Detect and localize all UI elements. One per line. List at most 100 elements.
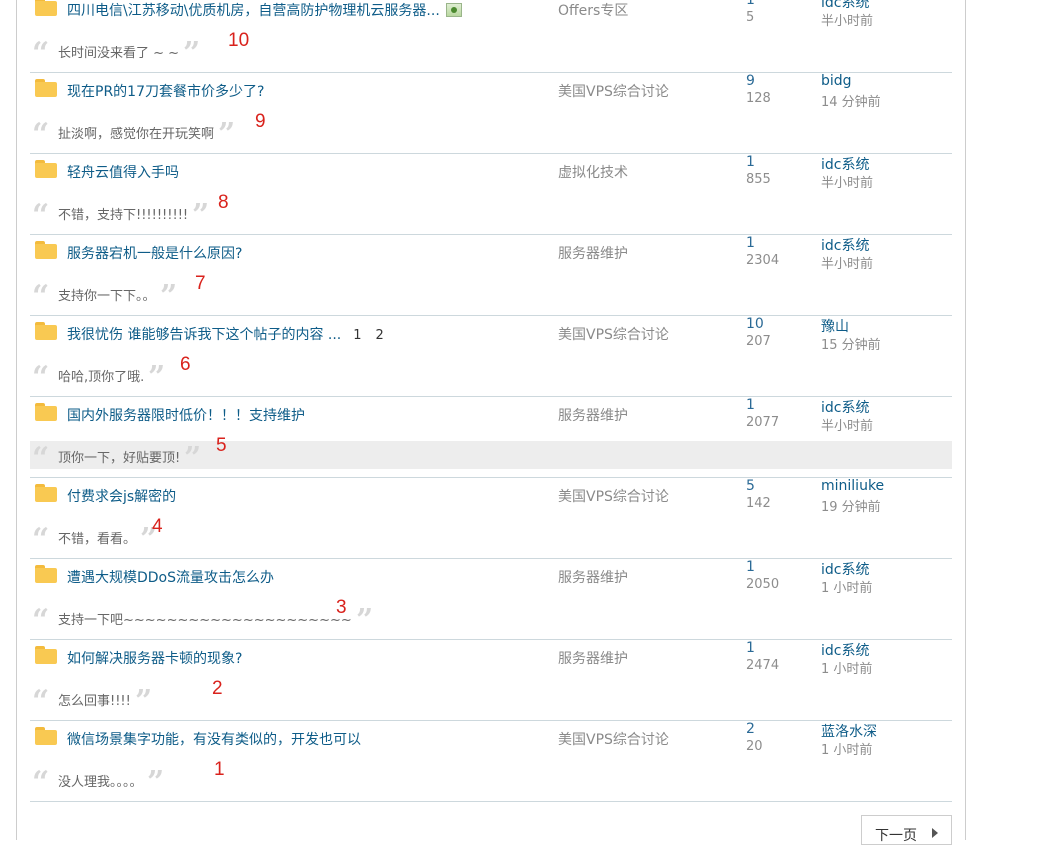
forum-link[interactable]: 虚拟化技术: [558, 162, 628, 182]
quote-close-icon: ”: [184, 441, 202, 476]
last-poster-link[interactable]: bidg: [821, 73, 852, 89]
annotation-number: 9: [255, 111, 266, 132]
thread-title-text: 微信场景集字功能，有没有类似的，开发也可以: [67, 732, 361, 748]
last-poster-link[interactable]: 蓝洛水深: [821, 721, 877, 741]
annotation-number: 4: [152, 516, 163, 537]
thread-row: 四川电信\江苏移动\优质机房，自营高防护物理机云服务器... Offers专区 1 5…: [30, 0, 952, 73]
thread-title-text: 四川电信\江苏移动\优质机房，自营高防护物理机云服务器...: [67, 3, 440, 19]
last-reply-quote: “ 扯淡啊，感觉你在开玩笑啊” 9: [30, 111, 952, 150]
thread-row: 轻舟云值得入手吗 虚拟化技术 1 855 idc系统 半小时前 “ 不错，支持下!!!!!!!…: [30, 154, 952, 235]
chevron-right-icon: [932, 828, 938, 838]
last-reply-quote: “不错，看看。” 4: [30, 516, 952, 555]
forum-link[interactable]: 服务器维护: [558, 405, 628, 425]
folder-icon: [35, 241, 57, 259]
reply-count: 1: [746, 154, 755, 170]
thread-page-link[interactable]: 1: [353, 328, 361, 343]
last-reply-quote: “ 不错，支持下!!!!!!!!!!” 8: [30, 192, 952, 231]
thread-title-link[interactable]: 付费求会js解密的: [67, 486, 176, 506]
view-count: 2304: [746, 253, 780, 268]
folder-icon: [35, 565, 57, 583]
thread-title-link[interactable]: 遭遇大规模DDoS流量攻击怎么办: [67, 567, 274, 587]
thread-row: 如何解决服务器卡顿的现象? 服务器维护 1 2474 idc系统 1 小时前 “ 怎么回事!!…: [30, 640, 952, 721]
last-post-time: 1 小时前: [821, 581, 873, 596]
reply-count: 1: [746, 559, 755, 575]
thread-row: 微信场景集字功能，有没有类似的，开发也可以 美国VPS综合讨论 2 20 蓝洛水深 1 小…: [30, 721, 952, 802]
thread-title-text: 遭遇大规模DDoS流量攻击怎么办: [67, 570, 275, 586]
quote-close-icon: ”: [147, 765, 165, 800]
thread-title-link[interactable]: 四川电信\江苏移动\优质机房，自营高防护物理机云服务器...: [67, 0, 462, 20]
next-page-button[interactable]: 下一页: [861, 815, 952, 845]
quote-text: 支持一下吧~~~~~~~~~~~~~~~~~~~~~: [58, 613, 352, 628]
quote-open-icon: “: [32, 279, 50, 314]
view-count: 2077: [746, 415, 780, 430]
thread-row: 服务器宕机一般是什么原因? 服务器维护 1 2304 idc系统 半小时前 “ 支持你一下下。…: [30, 235, 952, 316]
forum-link[interactable]: 服务器维护: [558, 567, 628, 587]
last-reply-quote: “ 顶你一下，好贴要顶!” 5: [30, 435, 952, 474]
quote-close-icon: ”: [135, 684, 153, 719]
folder-icon: [35, 79, 57, 97]
thread-title-link[interactable]: 国内外服务器限时低价！！！支持维护: [67, 405, 305, 425]
forum-link[interactable]: 美国VPS综合讨论: [558, 81, 669, 101]
last-post-time: 半小时前: [821, 176, 874, 191]
last-post-time: 14 分钟前: [821, 95, 881, 110]
thread-title-text: 服务器宕机一般是什么原因?: [67, 246, 243, 262]
reply-count: 9: [746, 73, 755, 89]
quote-text: 不错，看看。: [58, 532, 137, 547]
last-poster-link[interactable]: miniliuke: [821, 478, 884, 494]
quote-text: 扯淡啊，感觉你在开玩笑啊: [58, 127, 215, 142]
last-reply-quote: “ 怎么回事!!!! ” 2: [30, 678, 952, 717]
quote-text: 不错，支持下!!!!!!!!!!: [58, 208, 189, 223]
last-poster-link[interactable]: idc系统: [821, 640, 869, 660]
reply-count: 10: [746, 316, 764, 332]
next-page-label: 下一页: [875, 827, 917, 843]
thread-row: 我很忧伤 谁能够告诉我下这个帖子的内容 ... 1 2 美国VPS综合讨论 10 207 豫…: [30, 316, 952, 397]
last-poster-link[interactable]: idc系统: [821, 235, 869, 255]
quote-open-icon: “: [32, 117, 50, 152]
annotation-number: 8: [218, 192, 229, 213]
reply-count: 1: [746, 235, 755, 251]
thread-page-link[interactable]: 2: [376, 328, 384, 343]
last-reply-quote: “ 长时间没来看了 ~ ~” 10: [30, 30, 952, 69]
folder-icon: [35, 484, 57, 502]
thread-title-link[interactable]: 轻舟云值得入手吗: [67, 162, 179, 182]
forum-link[interactable]: Offers专区: [558, 0, 628, 20]
thread-title-text: 付费求会js解密的: [67, 489, 177, 505]
reply-count: 1: [746, 0, 755, 8]
last-reply-quote: “ 支持你一下下。。 ” 7: [30, 273, 952, 312]
annotation-number: 10: [228, 30, 250, 51]
quote-close-icon: ”: [148, 360, 166, 395]
thread-title-link[interactable]: 我很忧伤 谁能够告诉我下这个帖子的内容 ... 1 2: [67, 324, 398, 344]
annotation-number: 7: [195, 273, 206, 294]
last-poster-link[interactable]: idc系统: [821, 397, 869, 417]
thread-title-link[interactable]: 如何解决服务器卡顿的现象?: [67, 648, 242, 668]
forum-link[interactable]: 服务器维护: [558, 243, 628, 263]
thread-title-link[interactable]: 现在PR的17刀套餐市价多少了?: [67, 81, 264, 101]
last-post-time: 19 分钟前: [821, 500, 881, 515]
thread-title-link[interactable]: 微信场景集字功能，有没有类似的，开发也可以: [67, 729, 361, 749]
quote-close-icon: ”: [160, 279, 178, 314]
view-count: 20: [746, 739, 763, 754]
thread-title-text: 国内外服务器限时低价！！！支持维护: [67, 408, 305, 424]
last-poster-link[interactable]: idc系统: [821, 559, 869, 579]
quote-close-icon: ”: [356, 603, 374, 638]
quote-close-icon: ”: [183, 36, 201, 71]
forum-link[interactable]: 美国VPS综合讨论: [558, 486, 669, 506]
annotation-number: 2: [212, 678, 223, 699]
thread-row: 遭遇大规模DDoS流量攻击怎么办 服务器维护 1 2050 idc系统 1 小时前 “ 支持一…: [30, 559, 952, 640]
quote-open-icon: “: [32, 765, 50, 800]
thread-row: 现在PR的17刀套餐市价多少了? 美国VPS综合讨论 9 128 bidg 14 分钟前 “…: [30, 73, 952, 154]
view-count: 128: [746, 91, 771, 106]
quote-open-icon: “: [32, 36, 50, 71]
last-reply-quote: “ 哈哈,顶你了哦.” 6: [30, 354, 952, 393]
reply-count: 2: [746, 721, 755, 737]
thread-title-link[interactable]: 服务器宕机一般是什么原因?: [67, 243, 242, 263]
last-poster-link[interactable]: idc系统: [821, 154, 869, 174]
reply-count: 1: [746, 640, 755, 656]
folder-icon: [35, 403, 57, 421]
quote-text: 哈哈,顶你了哦.: [58, 370, 145, 385]
folder-icon: [35, 727, 57, 745]
forum-link[interactable]: 服务器维护: [558, 648, 628, 668]
last-poster-link[interactable]: 豫山: [821, 316, 849, 336]
forum-link[interactable]: 美国VPS综合讨论: [558, 729, 669, 749]
forum-link[interactable]: 美国VPS综合讨论: [558, 324, 669, 344]
